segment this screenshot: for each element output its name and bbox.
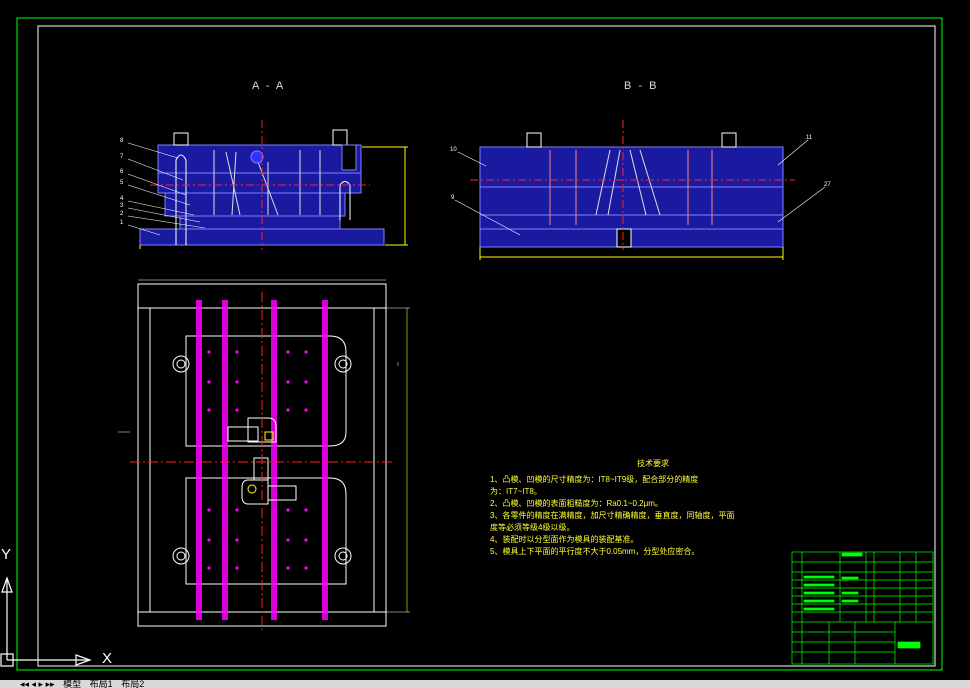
- tab-layout-2[interactable]: 布局2: [121, 680, 144, 688]
- drawing-svg[interactable]: [0, 0, 970, 680]
- note-line: 度等必须等级4级以级。: [490, 523, 575, 532]
- leader-label: 3: [120, 203, 124, 209]
- bb-leader-label: 10: [450, 147, 457, 153]
- leader-label: 1: [120, 220, 124, 226]
- ucs-y-label: Y: [1, 546, 12, 563]
- note-line: 4、装配时以分型面作为模具的装配基准。: [490, 535, 639, 544]
- section-bb-view[interactable]: [454, 120, 826, 260]
- title-block[interactable]: [791, 551, 934, 665]
- leader-label: 8: [120, 138, 124, 144]
- tab-layout-1[interactable]: 布局1: [90, 680, 113, 688]
- drawing-canvas[interactable]: A - A B - B 8 7 6 5 4 3 2 1 10 9 11 27 技…: [0, 0, 970, 680]
- technical-notes-title: 技术要求: [637, 459, 669, 468]
- section-bb-label: B - B: [624, 80, 659, 92]
- bb-leader-label: 9: [451, 195, 455, 201]
- tab-nav-arrows[interactable]: ◂◂ ◂ ▸ ▸▸: [20, 680, 55, 688]
- leader-label: 5: [120, 180, 124, 186]
- ucs-x-label: X: [102, 650, 113, 667]
- leader-label: 7: [120, 154, 124, 160]
- note-line: 1、凸模、凹模的尺寸精度为：IT8~IT9级，配合部分的精度: [490, 475, 699, 484]
- bb-leader-label: 11: [806, 135, 813, 141]
- technical-notes: 1、凸模、凹模的尺寸精度为：IT8~IT9级，配合部分的精度 为：IT7~IT8…: [490, 474, 734, 558]
- section-aa-label: A - A: [252, 80, 286, 92]
- leader-label: 2: [120, 211, 124, 217]
- leader-label: 6: [120, 169, 124, 175]
- section-aa-view[interactable]: [127, 120, 408, 250]
- note-line: 3、各零件的精度在满精度，加尺寸精确精度，垂直度，同轴度，平面: [490, 511, 735, 520]
- note-line: 2、凸模、凹模的表面粗糙度为：Ra0.1~0.2μm。: [490, 499, 663, 508]
- leader-label: 4: [120, 196, 124, 202]
- inner-border: [37, 25, 936, 667]
- ucs-icon: [0, 576, 92, 667]
- tab-model[interactable]: 模型: [63, 680, 81, 688]
- layout-tab-bar: ◂◂ ◂ ▸ ▸▸ 模型 布局1 布局2: [0, 680, 970, 688]
- bb-leader-label: 27: [824, 182, 831, 188]
- note-line: 5、模具上下平面的平行度不大于0.05mm，分型处应密合。: [490, 547, 700, 556]
- plan-view[interactable]: [118, 279, 410, 630]
- note-line: 为：IT7~IT8。: [490, 487, 542, 496]
